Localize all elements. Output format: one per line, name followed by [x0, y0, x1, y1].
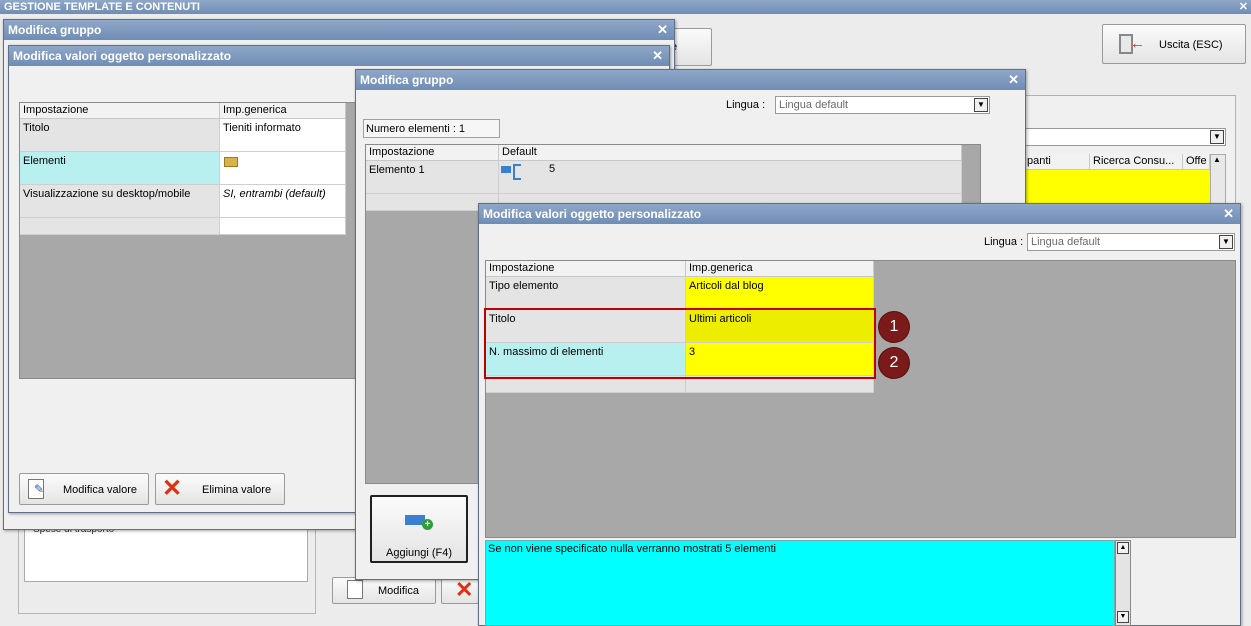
- note-area[interactable]: Se non viene specificato nulla verranno …: [485, 540, 1115, 626]
- bg-col-header: Ricerca Consu...: [1090, 154, 1183, 170]
- row-label[interactable]: Visualizzazione su desktop/mobile: [20, 185, 220, 218]
- pencil-icon: ✎: [34, 482, 45, 496]
- app-close-icon[interactable]: ✕: [1239, 0, 1248, 14]
- col-header: Impostazione: [366, 145, 499, 161]
- window-title: Modifica valori oggetto personalizzato: [13, 49, 232, 63]
- chevron-down-icon: ▼: [1219, 235, 1233, 249]
- delete-value-button[interactable]: ✕ Elimina valore: [155, 473, 285, 505]
- lingua-select[interactable]: Lingua default ▼: [1027, 233, 1235, 251]
- hierarchy-icon: [501, 166, 511, 173]
- window-modifica-valori: Modifica valori oggetto personalizzato ✕…: [478, 203, 1241, 626]
- window-title: Modifica valori oggetto personalizzato: [483, 207, 702, 221]
- exit-arrow-icon: ←: [1130, 35, 1145, 52]
- lingua-label: Lingua :: [984, 236, 1024, 248]
- app-titlebar: GESTIONE TEMPLATE E CONTENUTI: [0, 0, 1251, 14]
- col-header: Impostazione: [486, 261, 686, 277]
- bg-col-header: panti: [1024, 154, 1090, 170]
- row-value[interactable]: 5: [499, 161, 962, 194]
- close-icon[interactable]: ✕: [652, 46, 663, 66]
- scroll-up-icon: ▲: [1213, 155, 1221, 164]
- background-scrollbar[interactable]: ▲: [1210, 154, 1226, 204]
- note-text: Se non viene specificato nulla verranno …: [488, 543, 776, 555]
- scroll-up-icon: ▲: [1117, 542, 1129, 554]
- row-value-text: 5: [549, 163, 556, 175]
- edit-icon: [347, 580, 363, 599]
- exit-button[interactable]: ← Uscita (ESC): [1102, 24, 1246, 64]
- bg-yellow-cells: [1024, 170, 1210, 206]
- row-label[interactable]: Elementi: [20, 152, 220, 185]
- note-scrollbar[interactable]: ▲ ▼: [1115, 540, 1131, 626]
- row-value[interactable]: Articoli dal blog: [686, 277, 874, 310]
- empty-row: [20, 218, 220, 235]
- lingua-label: Lingua :: [726, 99, 766, 111]
- col-header: Imp.generica: [220, 103, 346, 119]
- lingua-select[interactable]: Lingua default ▼: [775, 96, 990, 114]
- modify-value-button[interactable]: ✎ Modifica valore: [19, 473, 149, 505]
- delete-x-icon: ✕: [455, 577, 474, 602]
- elements-table: Impostazione Default Elemento 1 5: [366, 145, 962, 211]
- add-button-label: Aggiungi (F4): [386, 547, 453, 559]
- row-value[interactable]: [220, 152, 346, 185]
- row-label[interactable]: Titolo: [20, 119, 220, 152]
- window-title: Modifica gruppo: [360, 73, 454, 87]
- delete-x-icon: ✕: [162, 475, 183, 502]
- col-header: Imp.generica: [686, 261, 874, 277]
- element-count-text: Numero elementi : 1: [366, 123, 466, 135]
- col-header: Impostazione: [20, 103, 220, 119]
- window-titlebar: Modifica valori oggetto personalizzato: [479, 204, 1240, 224]
- bg-col-header: Offe: [1183, 154, 1210, 170]
- callout-highlight-box: [484, 308, 876, 379]
- exit-button-label: Uscita (ESC): [1159, 39, 1223, 51]
- chevron-down-icon: ▼: [974, 98, 988, 112]
- row-label[interactable]: Tipo elemento: [486, 277, 686, 310]
- modify-button-label: Modifica: [378, 585, 419, 597]
- plus-icon: +: [422, 519, 433, 530]
- modify-button[interactable]: Modifica: [332, 577, 436, 604]
- add-button[interactable]: + Aggiungi (F4): [370, 495, 468, 563]
- close-icon[interactable]: ✕: [1008, 70, 1019, 90]
- delete-value-label: Elimina valore: [202, 484, 272, 496]
- close-icon[interactable]: ✕: [657, 20, 668, 40]
- close-icon[interactable]: ✕: [1223, 204, 1234, 224]
- hierarchy-icon-branch: [513, 164, 521, 180]
- window-titlebar: Modifica gruppo: [4, 20, 674, 40]
- delete-button-partial[interactable]: ✕: [441, 577, 481, 604]
- modify-value-label: Modifica valore: [63, 484, 137, 496]
- row-value[interactable]: SI, entrambi (default): [220, 185, 346, 218]
- callout-badge: 1: [879, 312, 909, 342]
- element-count: Numero elementi : 1: [363, 119, 500, 138]
- settings-table: Impostazione Imp.generica Titolo Tieniti…: [20, 103, 346, 235]
- row-value[interactable]: Tieniti informato: [220, 119, 346, 152]
- lingua-value: Lingua default: [1031, 236, 1101, 248]
- settings-grid: Impostazione Imp.generica Tipo elemento …: [485, 260, 1236, 538]
- scroll-down-icon: ▼: [1117, 611, 1129, 623]
- callout-badge: 2: [879, 348, 909, 378]
- window-titlebar: Modifica valori oggetto personalizzato: [9, 46, 669, 66]
- col-header: Default: [499, 145, 962, 161]
- background-select[interactable]: ▼: [1024, 128, 1226, 146]
- chevron-down-icon: ▼: [1210, 130, 1224, 144]
- row-label[interactable]: Elemento 1: [366, 161, 499, 194]
- settings-grid: Impostazione Imp.generica Titolo Tieniti…: [19, 102, 359, 379]
- window-titlebar: Modifica gruppo: [356, 70, 1025, 90]
- lingua-value: Lingua default: [779, 99, 849, 111]
- app-title: GESTIONE TEMPLATE E CONTENUTI: [4, 1, 200, 13]
- empty-row: [220, 218, 346, 235]
- window-title: Modifica gruppo: [8, 23, 102, 37]
- background-table: panti Ricerca Consu... Offe: [1024, 154, 1210, 206]
- folder-icon: [224, 157, 238, 167]
